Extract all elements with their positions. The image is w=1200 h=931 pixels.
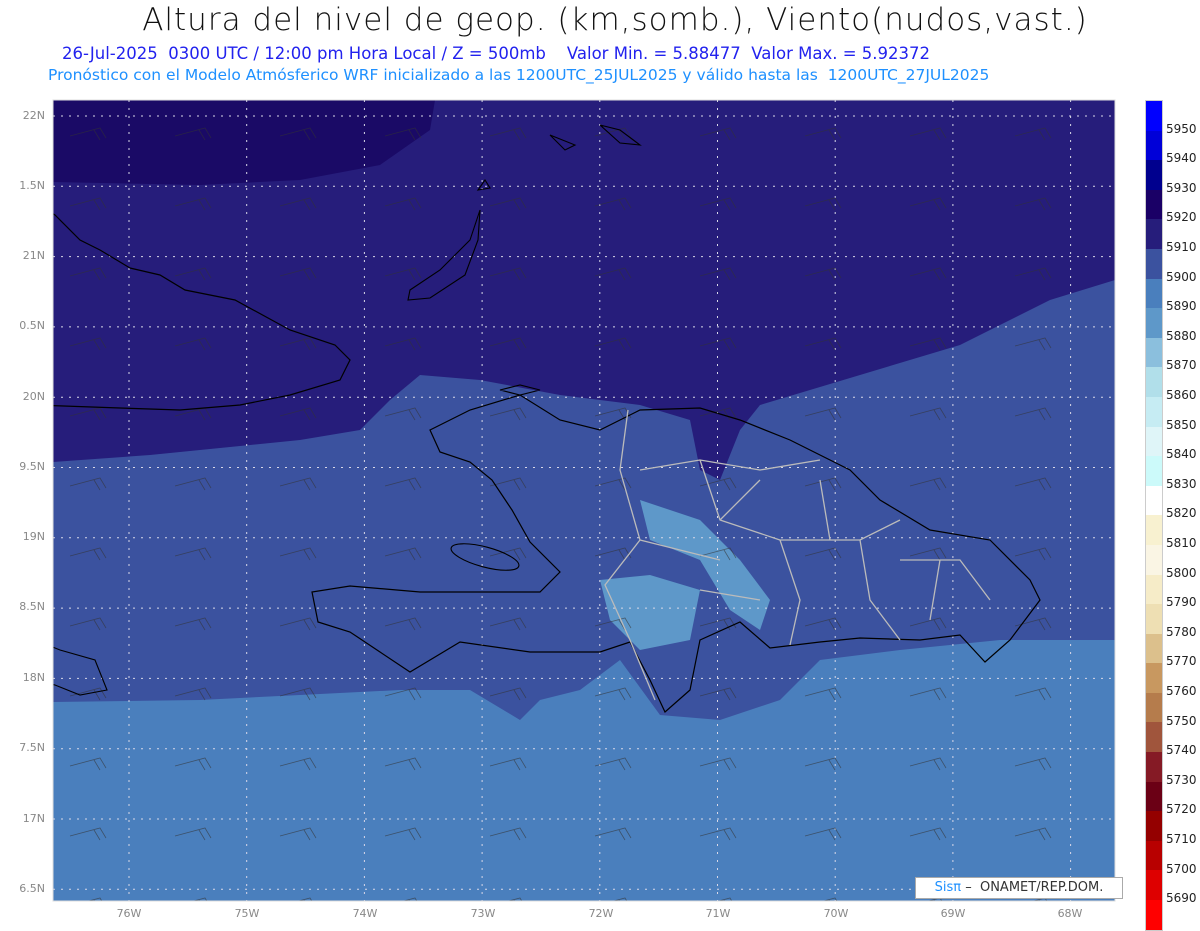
colorbar-label: 5870 [1166, 358, 1197, 373]
colorbar-label: 5890 [1166, 299, 1197, 314]
colorbar-swatch [1146, 781, 1162, 812]
colorbar-label: 5710 [1166, 832, 1197, 846]
colorbar-swatch [1146, 278, 1162, 309]
colorbar-swatch [1146, 663, 1162, 693]
colorbar-label: 5950 [1166, 121, 1197, 136]
lon-label: 70W [823, 907, 849, 920]
colorbar-swatch [1146, 811, 1162, 841]
lat-label: 8.5N [19, 600, 45, 613]
colorbar-label: 5820 [1166, 506, 1197, 521]
colorbar-label: 5700 [1166, 861, 1197, 876]
colorbar-swatch [1146, 515, 1162, 545]
colorbar-swatch [1146, 367, 1162, 397]
lat-label: 1.5N [19, 179, 45, 192]
colorbar-label: 5830 [1166, 476, 1197, 491]
lat-label: 20N [22, 390, 45, 403]
colorbar-label: 5940 [1166, 151, 1197, 166]
credit-text: – ONAMET/REP.DOM. [961, 880, 1104, 895]
lat-label: 0.5N [19, 319, 45, 332]
lon-label: 76W [116, 907, 142, 920]
colorbar-swatch [1146, 189, 1162, 220]
colorbar-swatch [1146, 485, 1162, 516]
lat-label: 17N [22, 812, 45, 825]
colorbar-label: 5860 [1166, 388, 1197, 402]
colorbar-swatch [1146, 396, 1162, 427]
sispi-logo: Sisπ [934, 880, 962, 895]
colorbar-swatch [1146, 219, 1162, 249]
colorbar-label: 5840 [1166, 447, 1197, 462]
colorbar-swatch [1146, 248, 1162, 279]
lon-label: 69W [940, 907, 966, 920]
colorbar-swatch [1146, 456, 1162, 486]
colorbar-label: 5810 [1166, 536, 1197, 550]
colorbar-swatch [1146, 752, 1162, 782]
colorbar-swatch [1146, 160, 1162, 190]
colorbar-swatch [1146, 692, 1162, 723]
lon-label: 72W [588, 907, 614, 920]
colorbar-label: 5750 [1166, 713, 1197, 728]
credit-box: Sisπ – ONAMET/REP.DOM. [915, 877, 1123, 899]
colorbar-label: 5910 [1166, 240, 1197, 254]
colorbar-swatch [1146, 604, 1162, 634]
lat-label: 18N [22, 671, 45, 684]
colorbar-label: 5770 [1166, 654, 1197, 669]
colorbar-label: 5880 [1166, 328, 1197, 343]
colorbar-label: 5690 [1166, 891, 1197, 906]
colorbar-label: 5720 [1166, 802, 1197, 817]
colorbar-label: 5730 [1166, 772, 1197, 787]
lon-label: 74W [352, 907, 378, 920]
colorbar-swatch [1146, 633, 1162, 664]
lon-label: 68W [1057, 907, 1083, 920]
lat-label: 9.5N [19, 460, 45, 473]
colorbar-swatch [1146, 308, 1162, 338]
colorbar-label: 5930 [1166, 180, 1197, 195]
lat-label: 7.5N [19, 741, 45, 754]
colorbar-label: 5740 [1166, 743, 1197, 758]
colorbar-label: 5760 [1166, 684, 1197, 698]
lon-label: 73W [470, 907, 496, 920]
colorbar-label: 5850 [1166, 417, 1197, 432]
colorbar-label: 5800 [1166, 565, 1197, 580]
colorbar-swatch [1146, 574, 1162, 605]
geopotential-map [52, 99, 1116, 902]
colorbar-swatch [1146, 130, 1162, 161]
lat-label: 6.5N [19, 882, 45, 895]
colorbar-label: 5780 [1166, 624, 1197, 639]
colorbar-swatch [1146, 426, 1162, 457]
lon-label: 71W [705, 907, 731, 920]
colorbar-label: 5900 [1166, 269, 1197, 284]
colorbar-swatch [1146, 840, 1162, 871]
colorbar-label: 5790 [1166, 595, 1197, 610]
colorbar-swatch [1146, 544, 1162, 575]
lat-label: 21N [22, 249, 45, 262]
colorbar-swatch [1146, 101, 1162, 131]
colorbar-swatch [1146, 722, 1162, 753]
colorbar [1145, 100, 1163, 931]
colorbar-swatch [1146, 870, 1162, 901]
colorbar-label: 5920 [1166, 210, 1197, 225]
lat-label: 19N [22, 530, 45, 543]
colorbar-swatch [1146, 900, 1162, 930]
colorbar-swatch [1146, 337, 1162, 368]
lon-label: 75W [234, 907, 260, 920]
lat-label: 22N [22, 109, 45, 122]
